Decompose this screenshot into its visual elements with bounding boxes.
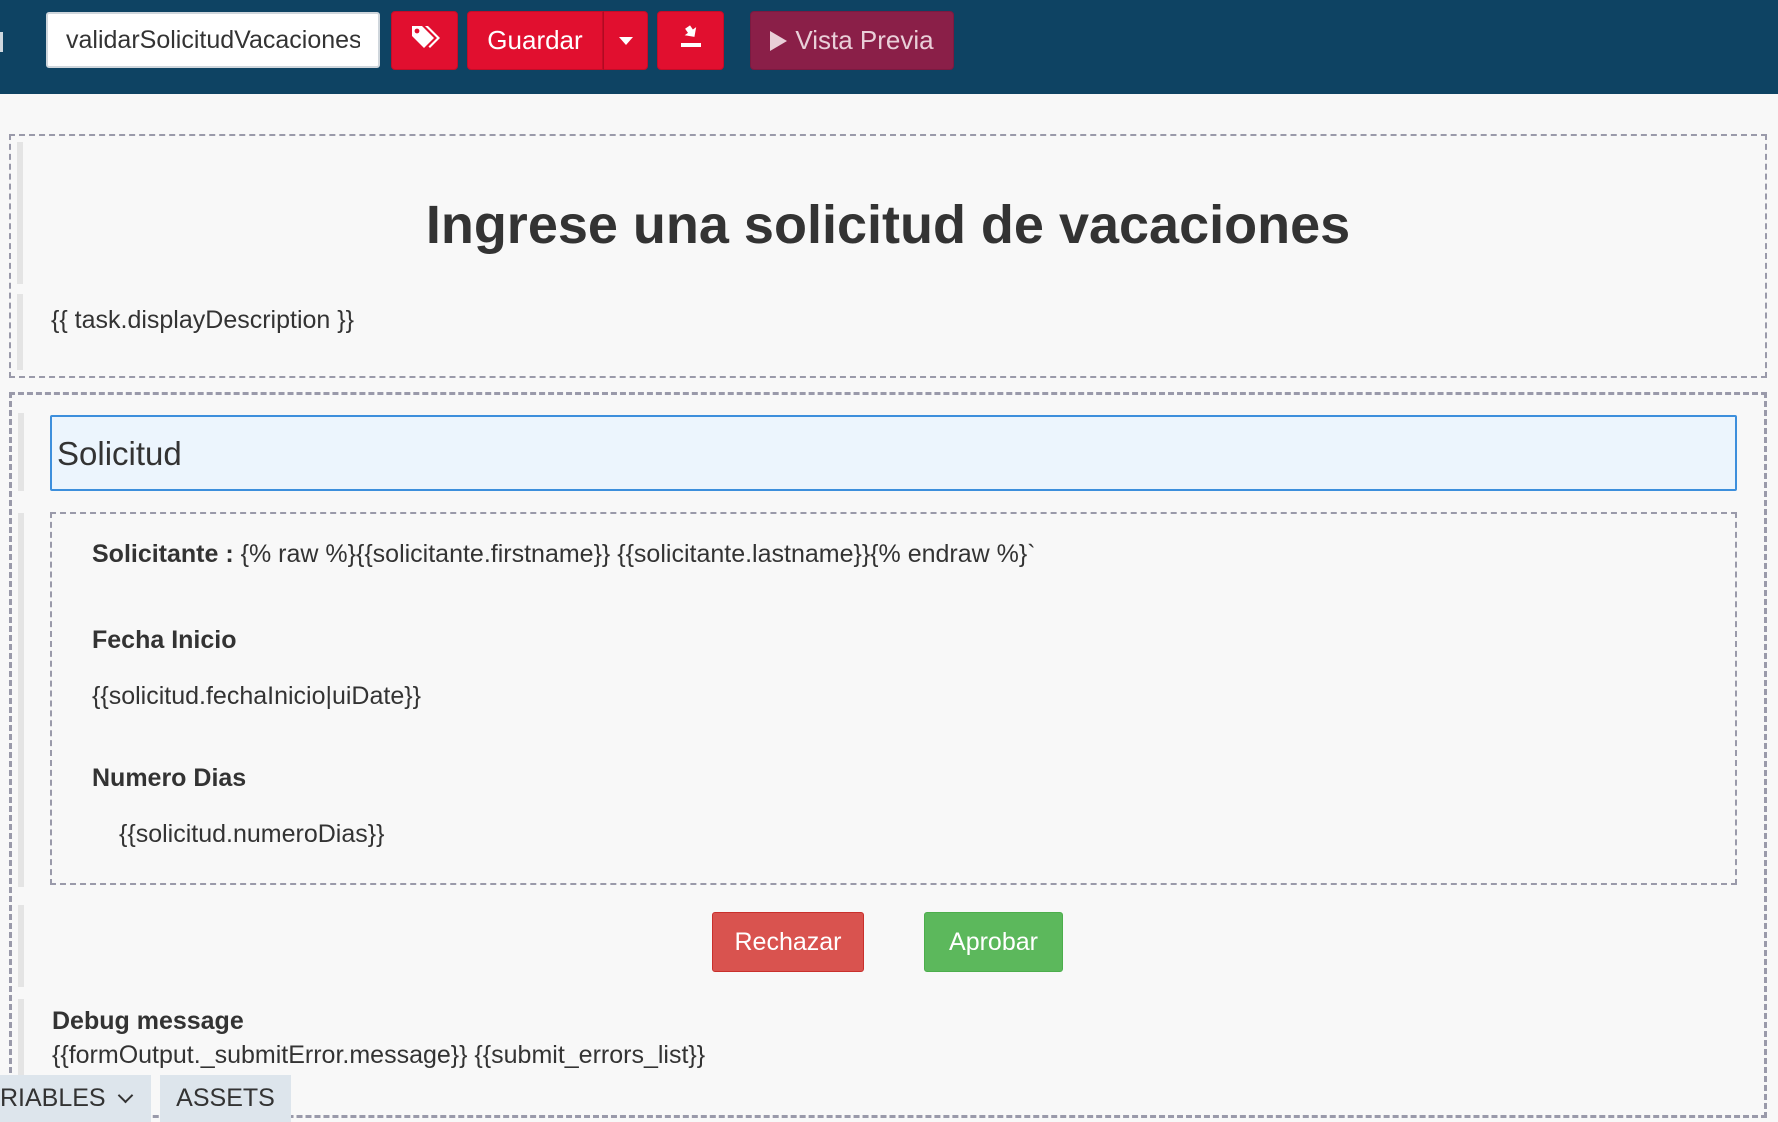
header-section[interactable]: Ingrese una solicitud de vacaciones {{ t… bbox=[9, 134, 1767, 378]
request-form-section[interactable]: Solicitud Solicitante : {% raw %}{{solic… bbox=[9, 392, 1767, 1118]
save-button[interactable]: Guardar bbox=[467, 11, 603, 70]
debug-message-label: Debug message bbox=[52, 1007, 244, 1035]
toolbar: Guardar Vista Previa bbox=[0, 0, 1778, 94]
approve-button[interactable]: Aprobar bbox=[924, 912, 1063, 972]
row-handle[interactable] bbox=[18, 413, 24, 491]
days-value: {{solicitud.numeroDias}} bbox=[119, 820, 385, 848]
request-details-container[interactable]: Solicitante : {% raw %}{{solicitante.fir… bbox=[50, 512, 1737, 885]
row-handle[interactable] bbox=[18, 905, 24, 987]
panel-title: Solicitud bbox=[57, 435, 182, 472]
tags-icon bbox=[410, 24, 440, 57]
task-description: {{ task.displayDescription }} bbox=[51, 306, 354, 334]
tags-button[interactable] bbox=[391, 11, 458, 70]
assets-tab[interactable]: ASSETS bbox=[160, 1075, 291, 1122]
page-title: Ingrese una solicitud de vacaciones bbox=[425, 195, 1351, 255]
caret-down-icon bbox=[618, 36, 633, 45]
save-options-dropdown[interactable] bbox=[603, 11, 648, 70]
requester-field: Solicitante : {% raw %}{{solicitante.fir… bbox=[92, 540, 1036, 569]
days-label: Numero Dias bbox=[92, 764, 247, 792]
reject-button[interactable]: Rechazar bbox=[712, 912, 864, 972]
preview-button-label: Vista Previa bbox=[795, 25, 934, 55]
variables-tab[interactable]: RIABLES bbox=[0, 1075, 151, 1122]
assets-tab-label: ASSETS bbox=[176, 1084, 275, 1112]
preview-button[interactable]: Vista Previa bbox=[750, 11, 954, 70]
form-name-input[interactable] bbox=[46, 12, 380, 68]
row-handle[interactable] bbox=[17, 294, 23, 370]
start-date-value: {{solicitud.fechaInicio|uiDate}} bbox=[92, 682, 421, 710]
chevron-down-icon bbox=[117, 1087, 133, 1104]
requester-label: Solicitante : bbox=[92, 540, 234, 568]
requester-value: {% raw %}{{solicitante.firstname}} {{sol… bbox=[233, 540, 1036, 568]
play-icon bbox=[770, 30, 788, 51]
start-date-label: Fecha Inicio bbox=[92, 626, 237, 654]
export-icon bbox=[678, 24, 704, 57]
panel-heading[interactable]: Solicitud bbox=[50, 415, 1737, 491]
export-button[interactable] bbox=[657, 11, 724, 70]
toolbar-edge-marker bbox=[0, 32, 3, 52]
variables-tab-label: RIABLES bbox=[0, 1084, 106, 1112]
debug-message-value: {{formOutput._submitError.message}} {{su… bbox=[52, 1041, 706, 1069]
row-handle[interactable] bbox=[18, 513, 24, 887]
save-button-label: Guardar bbox=[487, 25, 583, 55]
